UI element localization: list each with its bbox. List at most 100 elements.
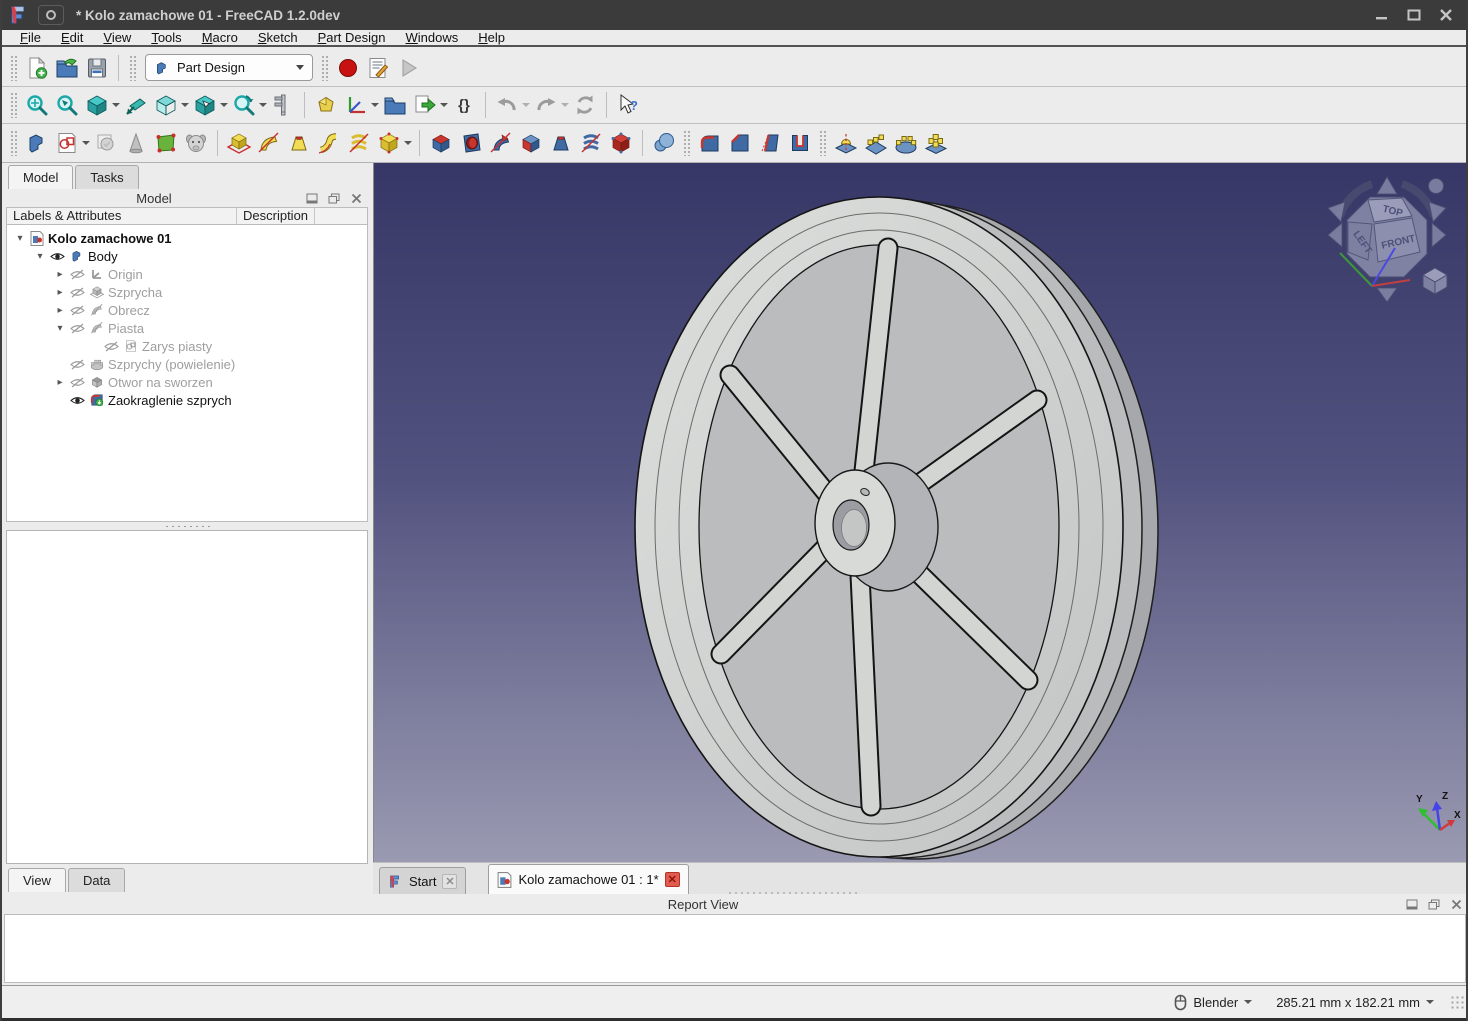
toolbar-drag-handle[interactable] [819, 130, 827, 156]
tree-row-zarys-piasty[interactable]: Zarys piasty [7, 337, 367, 355]
expander-icon[interactable]: ▸ [53, 269, 67, 280]
menu-help[interactable]: Help [468, 30, 515, 45]
tree-row-szprychy-powielenie[interactable]: Szprychy (powielenie) [7, 355, 367, 373]
hidden-eye-icon[interactable] [67, 323, 87, 334]
placement-dropdown[interactable] [371, 90, 380, 120]
hidden-eye-icon[interactable] [67, 269, 87, 280]
toolbar-drag-handle[interactable] [10, 55, 18, 81]
expander-icon[interactable]: ▾ [53, 323, 67, 334]
menu-part-design[interactable]: Part Design [308, 30, 396, 45]
new-document-button[interactable] [22, 53, 52, 83]
whats-this-button[interactable]: ? [613, 90, 643, 120]
hidden-eye-icon[interactable] [67, 287, 87, 298]
redo-dropdown[interactable] [561, 90, 570, 120]
isometric-view-button[interactable] [82, 90, 112, 120]
report-minimize-button[interactable] [1404, 898, 1420, 912]
tree-row-document[interactable]: ▾ Kolo zamachowe 01 [7, 229, 367, 247]
additive-helix-button[interactable] [344, 128, 374, 158]
rotate-view-button[interactable] [229, 90, 259, 120]
measure-button[interactable] [268, 90, 298, 120]
minimize-button[interactable] [1370, 5, 1394, 25]
close-button[interactable] [1434, 5, 1458, 25]
nav-cube-body[interactable]: TOP LEFT FRONT [1347, 197, 1427, 277]
toolbar-drag-handle[interactable] [10, 130, 18, 156]
create-sketch-dropdown[interactable] [82, 128, 91, 158]
toolbar-drag-handle[interactable] [321, 55, 329, 81]
additive-primitive-dropdown[interactable] [404, 128, 413, 158]
fit-all-button[interactable] [22, 90, 52, 120]
export-dropdown[interactable] [440, 90, 449, 120]
expander-icon[interactable]: ▾ [13, 233, 27, 244]
tree-row-piasta[interactable]: ▾ Piasta [7, 319, 367, 337]
redo-button[interactable] [531, 90, 561, 120]
menu-windows[interactable]: Windows [396, 30, 469, 45]
tree-row-obrecz[interactable]: ▸ Obrecz [7, 301, 367, 319]
pad-button[interactable] [224, 128, 254, 158]
record-macro-button[interactable] [333, 53, 363, 83]
isometric-view-dropdown[interactable] [112, 90, 121, 120]
tree-row-otwor-na-sworzen[interactable]: ▸ Otwor na sworzen [7, 373, 367, 391]
undo-dropdown[interactable] [522, 90, 531, 120]
additive-primitive-button[interactable] [374, 128, 404, 158]
save-document-button[interactable] [82, 53, 112, 83]
dock-float-button[interactable] [326, 192, 342, 206]
panel-splitter[interactable] [6, 522, 368, 530]
expander-icon[interactable]: ▾ [33, 251, 47, 262]
menu-sketch[interactable]: Sketch [248, 30, 308, 45]
menu-file[interactable]: File [10, 30, 51, 45]
chevron-down-icon[interactable] [1244, 1000, 1252, 1004]
validate-sketch-button[interactable] [151, 128, 181, 158]
subtractive-helix-button[interactable] [576, 128, 606, 158]
hidden-eye-icon[interactable] [67, 377, 87, 388]
property-editor[interactable] [6, 530, 368, 864]
expression-editor-button[interactable]: {} [449, 90, 479, 120]
menu-view[interactable]: View [93, 30, 141, 45]
hidden-eye-icon[interactable] [67, 359, 87, 370]
resize-grip[interactable] [1450, 995, 1464, 1009]
hidden-eye-icon[interactable] [67, 305, 87, 316]
tab-model[interactable]: Model [8, 165, 73, 189]
tab-kolo-zamachowe[interactable]: Kolo zamachowe 01 : 1* ✕ [488, 864, 688, 894]
create-sketch-button[interactable] [52, 128, 82, 158]
additive-pipe-button[interactable] [314, 128, 344, 158]
box-selection-dropdown[interactable] [220, 90, 229, 120]
menu-edit[interactable]: Edit [51, 30, 93, 45]
subtractive-primitive-button[interactable] [606, 128, 636, 158]
model-tree[interactable]: ▾ Kolo zamachowe 01 ▾ Body ▸ Origin ▸ S [6, 225, 368, 522]
flywheel-model[interactable] [374, 163, 1468, 862]
polar-pattern-button[interactable] [891, 128, 921, 158]
edit-sketch-button[interactable] [91, 128, 121, 158]
rotate-view-dropdown[interactable] [259, 90, 268, 120]
expander-icon[interactable]: ▸ [53, 305, 67, 316]
column-description[interactable]: Description [237, 208, 315, 224]
tree-header[interactable]: Labels & Attributes Description [6, 207, 368, 225]
tab-data[interactable]: Data [68, 868, 125, 892]
maximize-button[interactable] [1402, 5, 1426, 25]
workbench-selector[interactable]: Part Design [145, 54, 313, 81]
toolbar-drag-handle[interactable] [683, 130, 691, 156]
toolbar-drag-handle[interactable] [129, 55, 137, 81]
shape-binder-button[interactable] [181, 128, 211, 158]
pocket-button[interactable] [426, 128, 456, 158]
hole-button[interactable] [456, 128, 486, 158]
visible-eye-icon[interactable] [67, 395, 87, 406]
column-labels-attributes[interactable]: Labels & Attributes [7, 208, 237, 224]
3d-viewport[interactable]: TOP LEFT FRONT Y Z X [373, 163, 1468, 862]
multi-transform-button[interactable] [921, 128, 951, 158]
title-bar[interactable]: * Kolo zamachowe 01 - FreeCAD 1.2.0dev [2, 0, 1466, 30]
report-close-button[interactable] [1448, 898, 1464, 912]
map-sketch-button[interactable] [121, 128, 151, 158]
create-body-button[interactable] [22, 128, 52, 158]
tree-row-origin[interactable]: ▸ Origin [7, 265, 367, 283]
linear-pattern-button[interactable] [861, 128, 891, 158]
export-button[interactable] [410, 90, 440, 120]
mirrored-button[interactable] [831, 128, 861, 158]
placement-button[interactable] [341, 90, 371, 120]
expander-icon[interactable]: ▸ [53, 377, 67, 388]
thickness-button[interactable] [785, 128, 815, 158]
revolution-button[interactable] [254, 128, 284, 158]
chamfer-button[interactable] [725, 128, 755, 158]
fit-selection-button[interactable] [52, 90, 82, 120]
navigation-style-selector[interactable]: Blender [1193, 995, 1238, 1010]
chevron-down-icon[interactable] [1426, 1000, 1434, 1004]
